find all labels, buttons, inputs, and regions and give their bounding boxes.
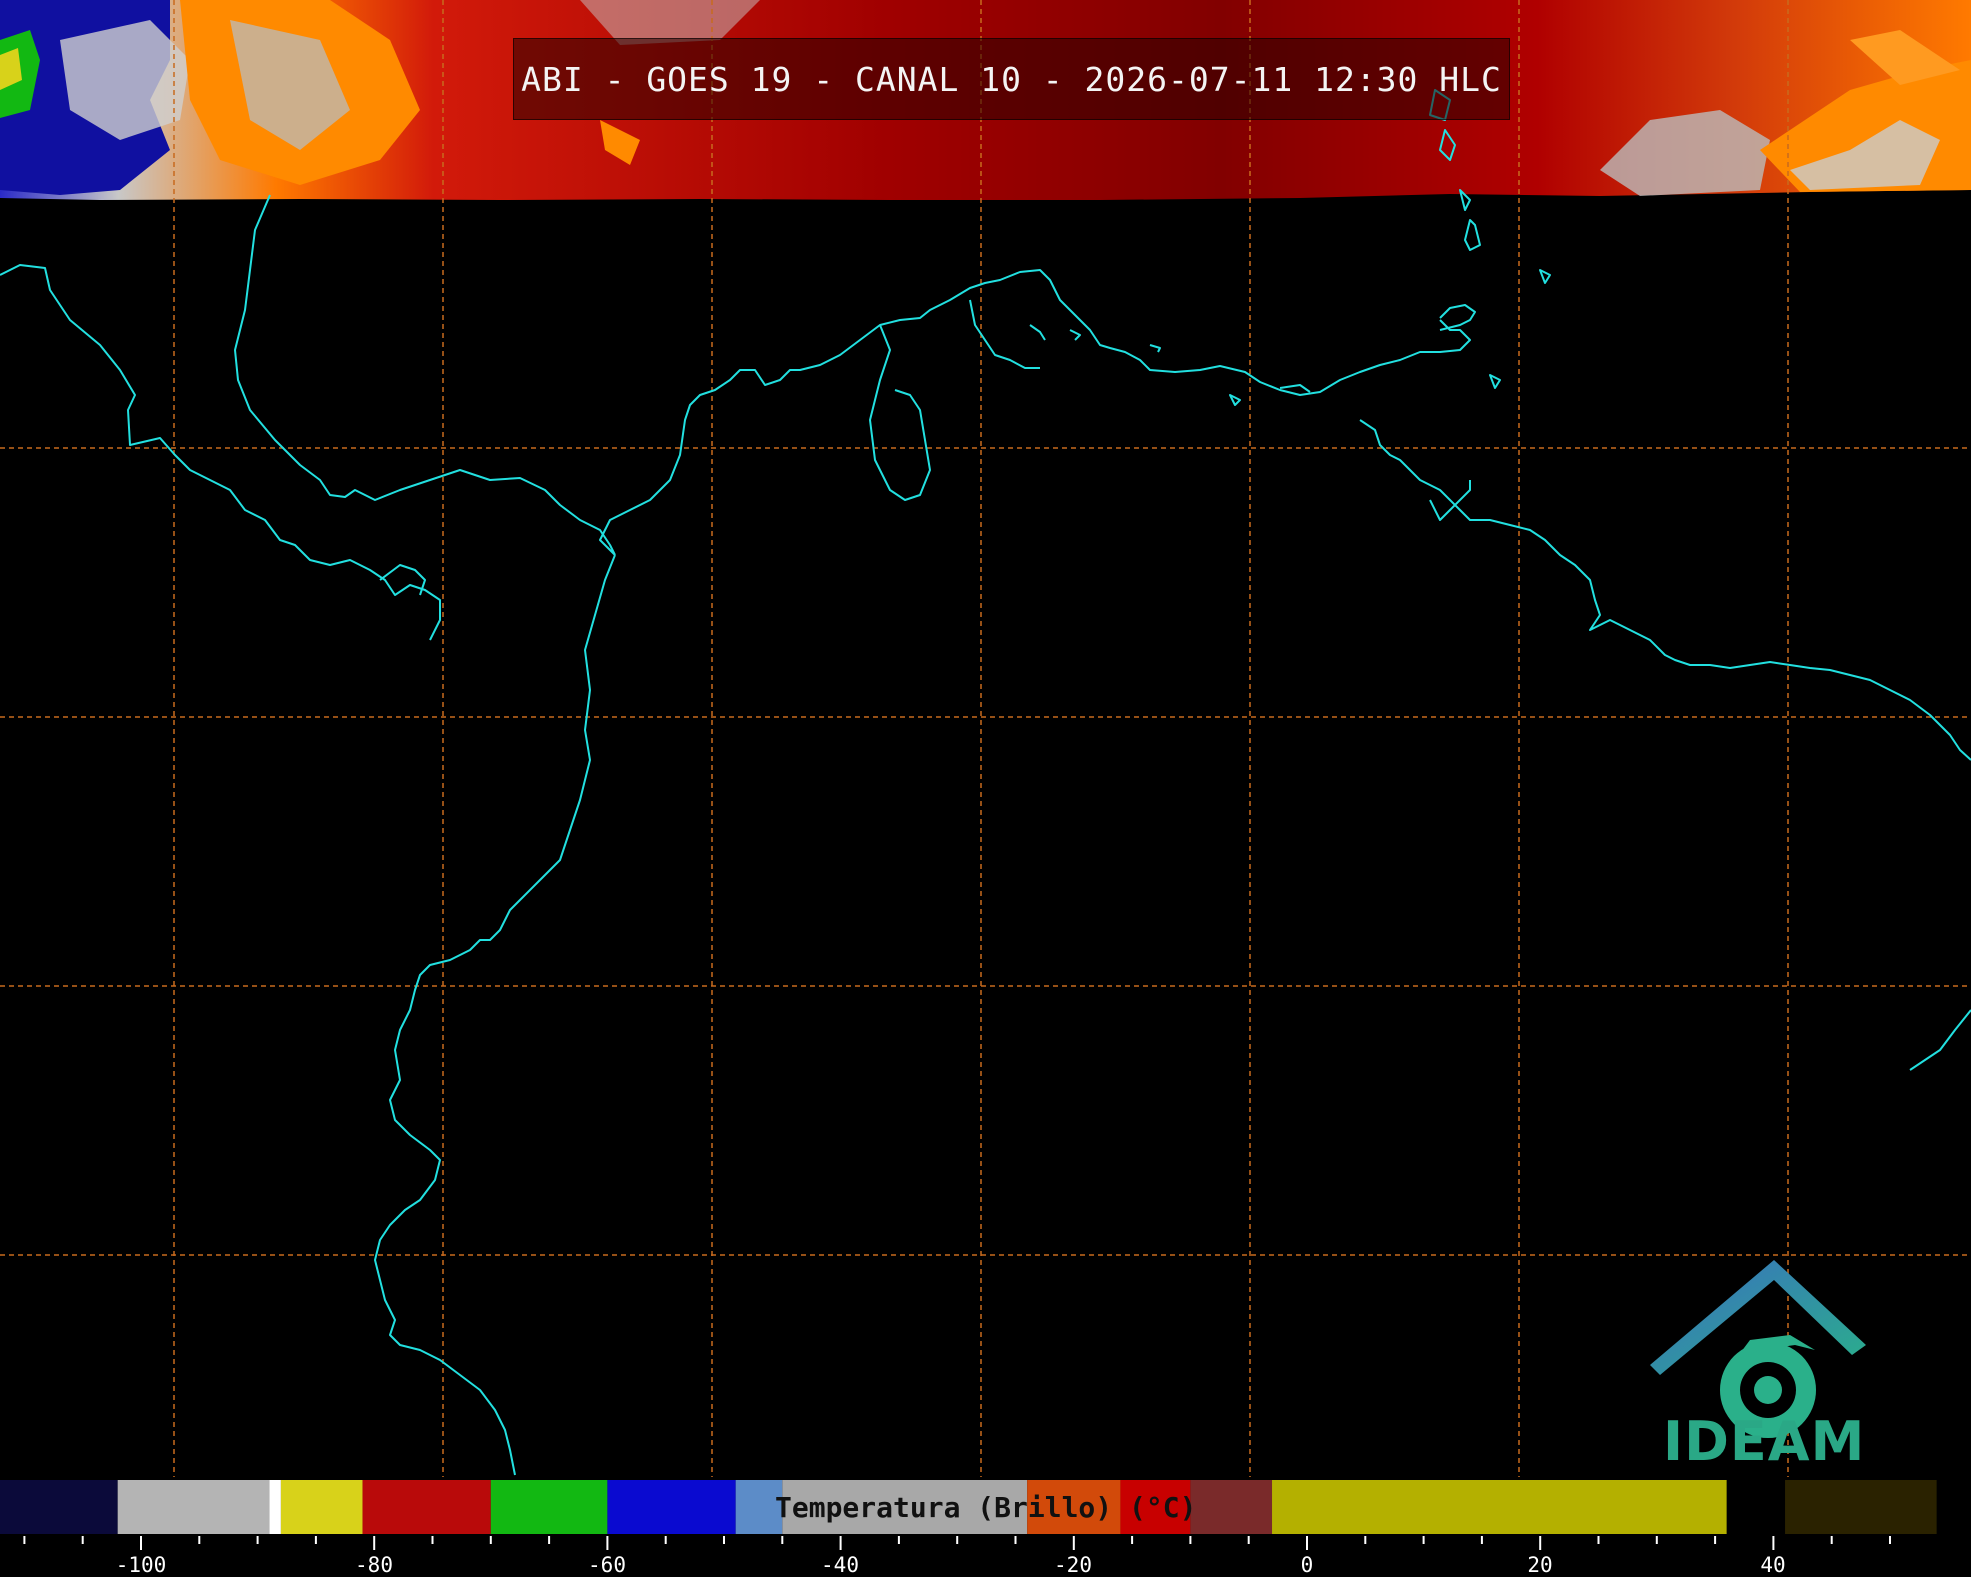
colorbar-tick-label: 20 xyxy=(1527,1553,1553,1577)
colorbar-label: Temperatura (Brillo) (°C) xyxy=(775,1491,1197,1524)
colorbar-segment xyxy=(269,1480,281,1534)
ideam-logo-text: IDEAM xyxy=(1663,1410,1866,1473)
coastlines xyxy=(0,89,1971,1476)
colorbar-tick-label: -100 xyxy=(115,1553,167,1577)
map-title: ABI - GOES 19 - CANAL 10 - 2026-07-11 12… xyxy=(513,38,1510,120)
colorbar-segment xyxy=(0,1480,118,1534)
colorbar-tick-label: 40 xyxy=(1760,1553,1786,1577)
colorbar-segment xyxy=(280,1480,363,1534)
colorbar-segment xyxy=(1272,1480,1727,1534)
colorbar-segment xyxy=(607,1480,736,1534)
colorbar-tick-label: 0 xyxy=(1300,1553,1314,1577)
lat-lon-grid xyxy=(0,0,1971,1477)
colorbar-segment xyxy=(117,1480,270,1534)
colorbar-segment xyxy=(490,1480,608,1534)
colorbar-segment xyxy=(1190,1480,1273,1534)
colorbar-tick-label: -60 xyxy=(588,1553,626,1577)
satellite-map xyxy=(0,0,1971,1577)
colorbar-tick-label: -40 xyxy=(821,1553,859,1577)
colorbar-tick-label: -20 xyxy=(1054,1553,1092,1577)
colorbar-segment xyxy=(1726,1480,1786,1534)
colorbar-segment xyxy=(1785,1480,1937,1534)
colorbar-tick-label: -80 xyxy=(355,1553,393,1577)
colorbar-segment xyxy=(362,1480,491,1534)
